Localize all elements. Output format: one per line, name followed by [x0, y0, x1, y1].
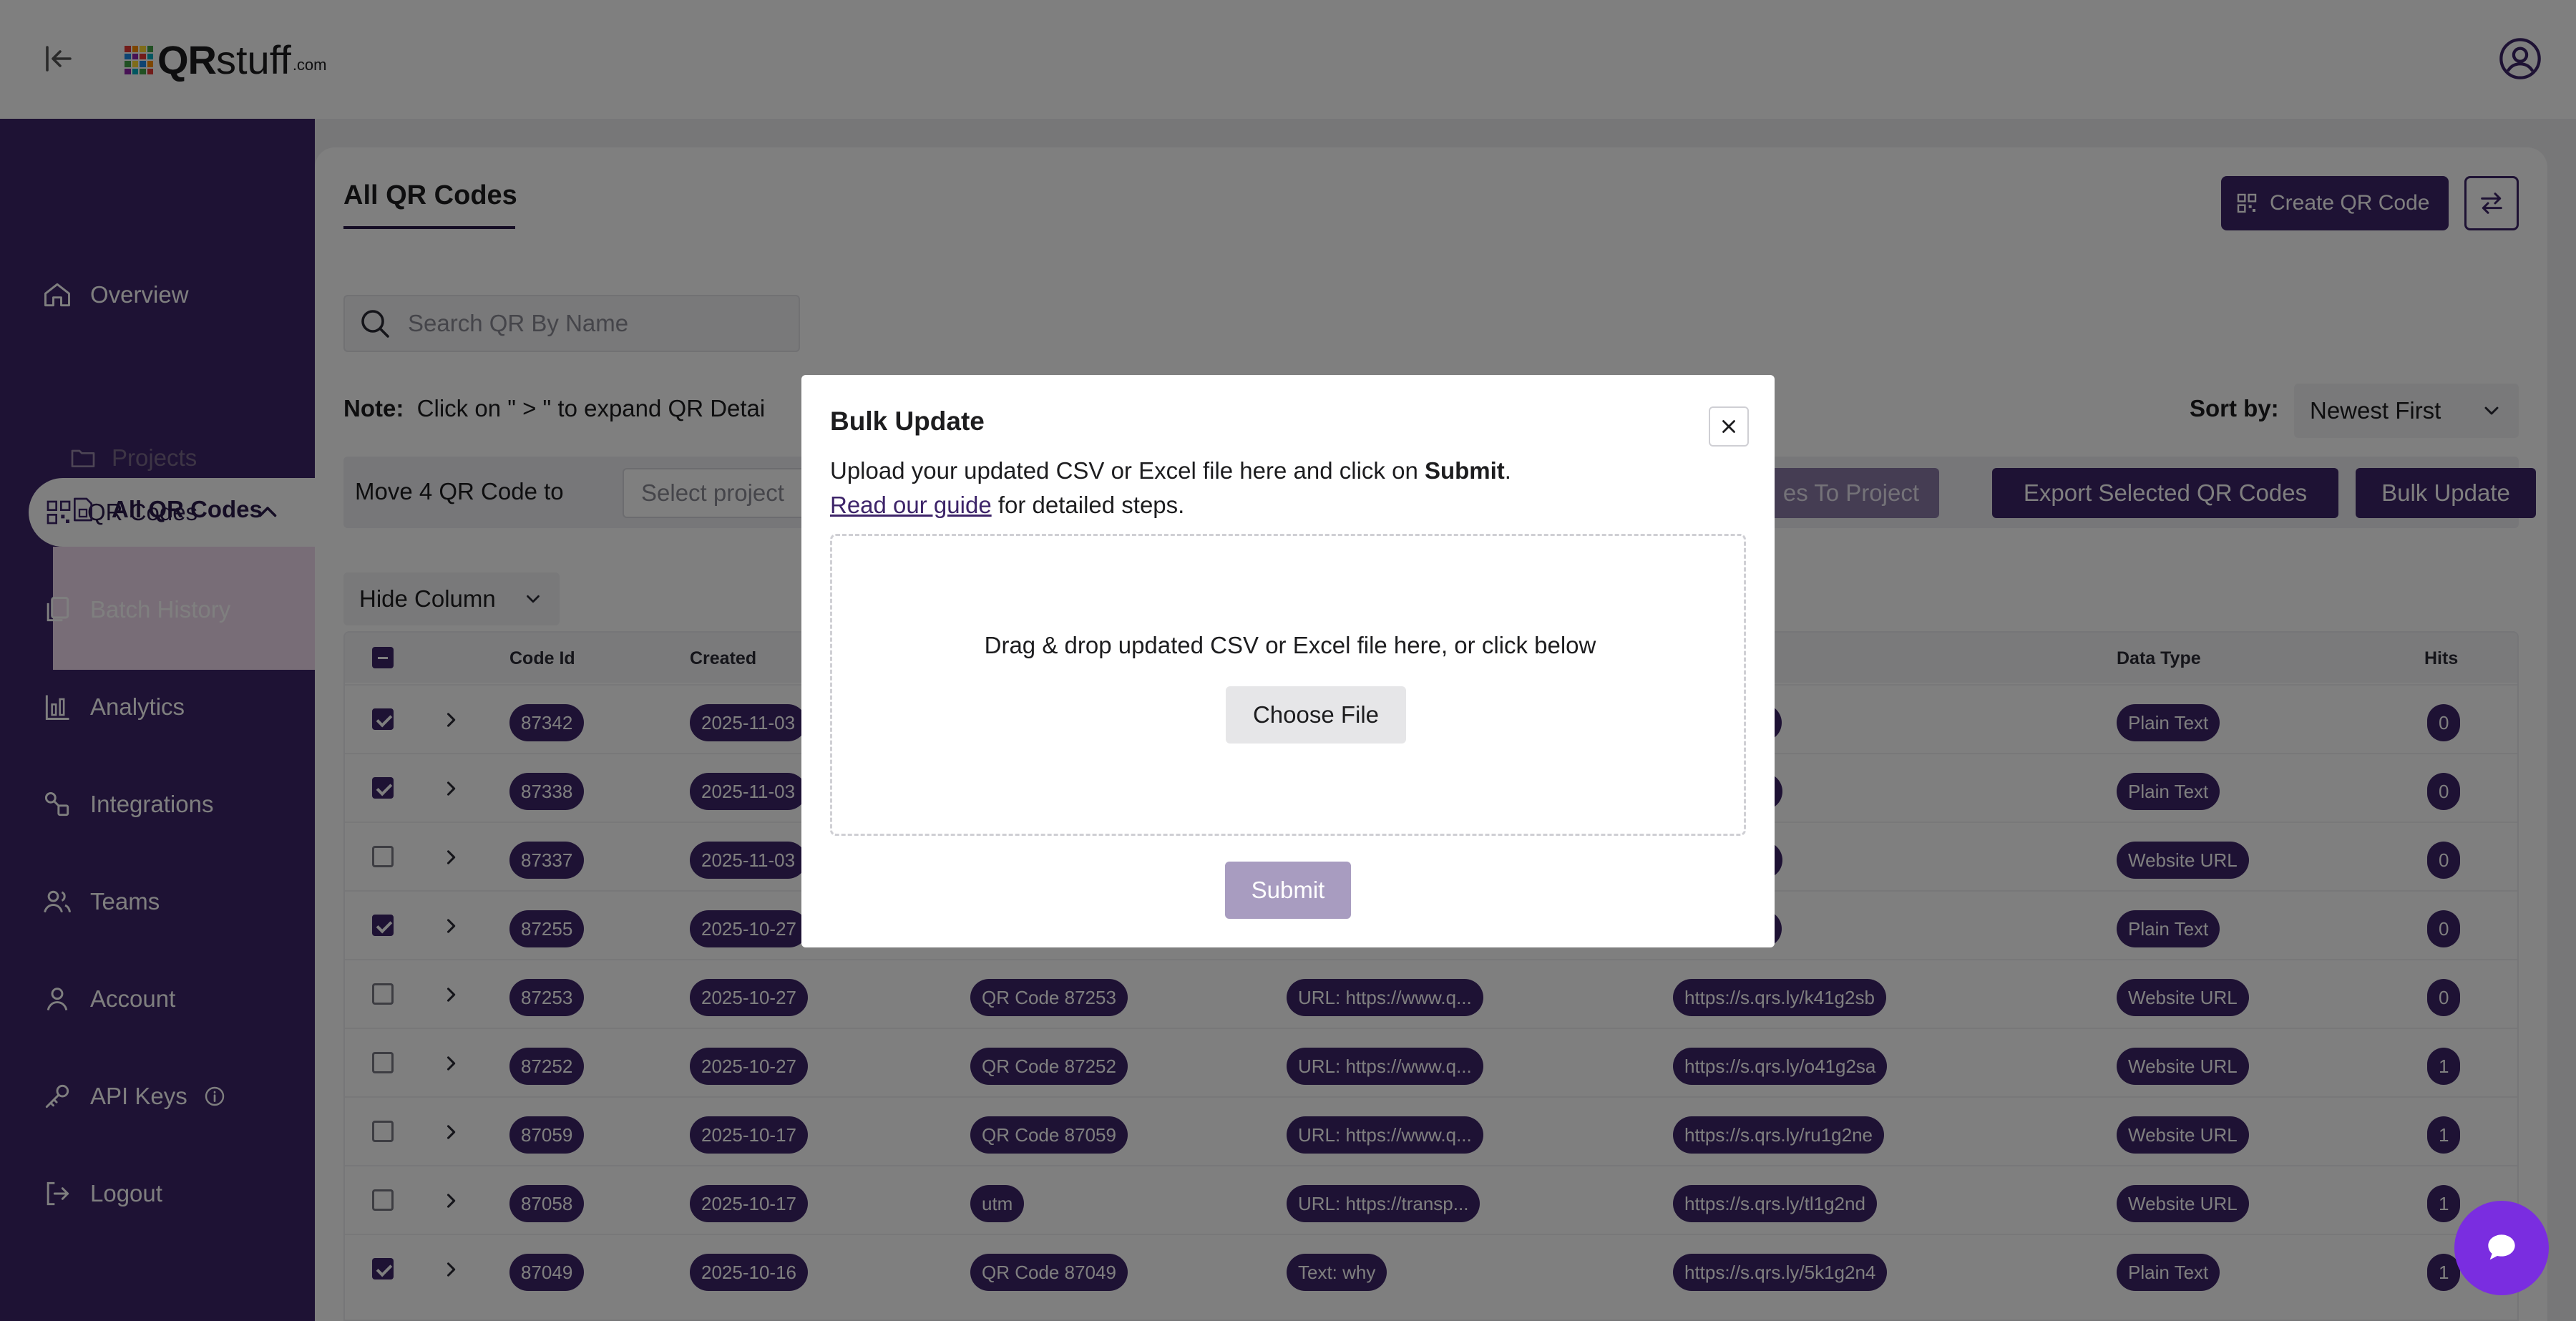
chat-button[interactable] — [2454, 1201, 2549, 1295]
modal-guide-text: for detailed steps. — [991, 492, 1185, 518]
modal-description: Upload your updated CSV or Excel file he… — [830, 454, 1511, 522]
bulk-update-modal: Bulk Update Upload your updated CSV or E… — [801, 375, 1775, 947]
dropzone-text: Drag & drop updated CSV or Excel file he… — [984, 632, 1596, 658]
modal-desc-bold: Submit — [1424, 457, 1505, 484]
modal-desc-end: . — [1504, 457, 1511, 484]
modal-title: Bulk Update — [830, 406, 985, 436]
submit-button[interactable]: Submit — [1225, 862, 1351, 919]
modal-desc-text: Upload your updated CSV or Excel file he… — [830, 457, 1425, 484]
close-icon — [1722, 420, 1735, 433]
close-button[interactable] — [1709, 406, 1749, 447]
read-guide-link[interactable]: Read our guide — [830, 492, 992, 518]
choose-file-button[interactable]: Choose File — [1226, 686, 1406, 744]
choose-file-label: Choose File — [1252, 701, 1380, 728]
submit-label: Submit — [1251, 877, 1325, 903]
chat-icon — [2488, 1234, 2515, 1260]
file-dropzone[interactable]: Drag & drop updated CSV or Excel file he… — [830, 534, 1746, 836]
